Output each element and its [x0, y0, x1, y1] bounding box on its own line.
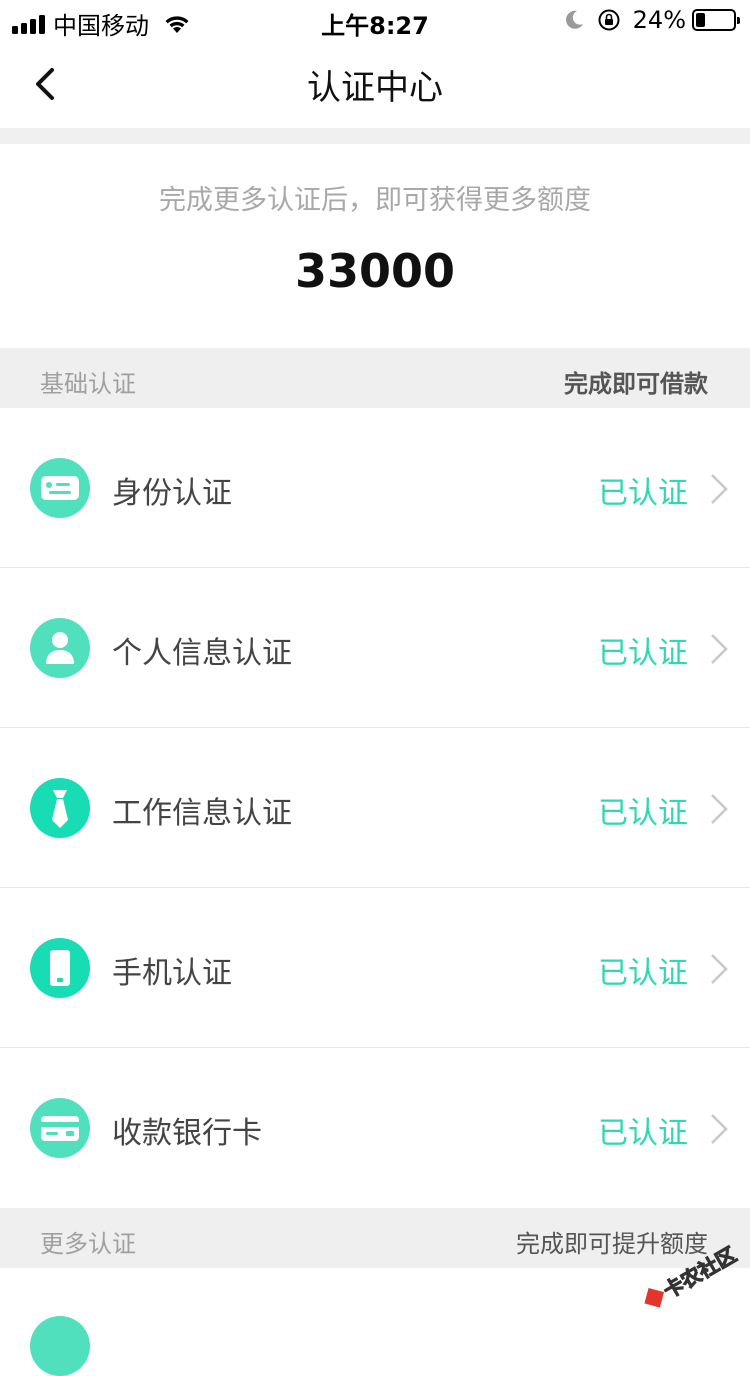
page-title: 认证中心	[307, 68, 443, 108]
more-auth-row-icon[interactable]	[30, 1316, 90, 1376]
navigation-bar: 认证中心	[0, 40, 750, 128]
auth-row-label: 身份认证	[112, 476, 232, 511]
bank-card-icon	[30, 1098, 90, 1158]
status-bar: 中国移动 上午8:27 24%	[0, 0, 750, 40]
battery-fill	[696, 13, 705, 27]
auth-status: 已认证	[598, 636, 688, 671]
auth-row-identity[interactable]: 身份认证 已认证	[0, 408, 750, 568]
chevron-right-icon	[711, 474, 728, 504]
auth-status: 已认证	[598, 476, 688, 511]
rotation-lock-icon	[598, 9, 620, 31]
phone-icon	[30, 938, 90, 998]
auth-row-phone[interactable]: 手机认证 已认证	[0, 888, 750, 1048]
more-section-title: 更多认证	[40, 1230, 136, 1258]
auth-row-label: 个人信息认证	[112, 636, 292, 671]
svg-text:卡农社区: 卡农社区	[659, 1242, 740, 1303]
chevron-right-icon	[711, 794, 728, 824]
credit-subtitle: 完成更多认证后，即可获得更多额度	[159, 185, 591, 216]
moon-icon	[565, 10, 583, 29]
chevron-right-icon	[711, 1114, 728, 1144]
auth-status: 已认证	[598, 796, 688, 831]
auth-row-bank-card[interactable]: 收款银行卡 已认证	[0, 1048, 750, 1206]
basic-section-title: 基础认证	[40, 370, 136, 398]
tie-icon	[30, 778, 90, 838]
battery-percent: 24%	[632, 6, 686, 34]
watermark-logo: 卡农社区	[644, 1242, 741, 1308]
auth-status: 已认证	[598, 956, 688, 991]
auth-status: 已认证	[598, 1116, 688, 1151]
auth-row-label: 工作信息认证	[112, 796, 292, 831]
divider-band	[0, 128, 750, 144]
auth-row-label: 收款银行卡	[112, 1116, 262, 1151]
credit-summary: 完成更多认证后，即可获得更多额度 33000	[0, 144, 750, 348]
id-card-icon	[30, 458, 90, 518]
auth-row-personal-info[interactable]: 个人信息认证 已认证	[0, 568, 750, 728]
basic-section-header: 基础认证 完成即可借款	[0, 348, 750, 408]
basic-section-note: 完成即可借款	[564, 370, 708, 398]
chevron-right-icon	[711, 954, 728, 984]
chevron-right-icon	[711, 634, 728, 664]
credit-amount: 33000	[294, 244, 456, 298]
battery-icon	[692, 9, 740, 31]
auth-row-label: 手机认证	[112, 956, 232, 991]
person-icon	[30, 618, 90, 678]
auth-row-work-info[interactable]: 工作信息认证 已认证	[0, 728, 750, 888]
status-right: 24%	[563, 6, 740, 34]
